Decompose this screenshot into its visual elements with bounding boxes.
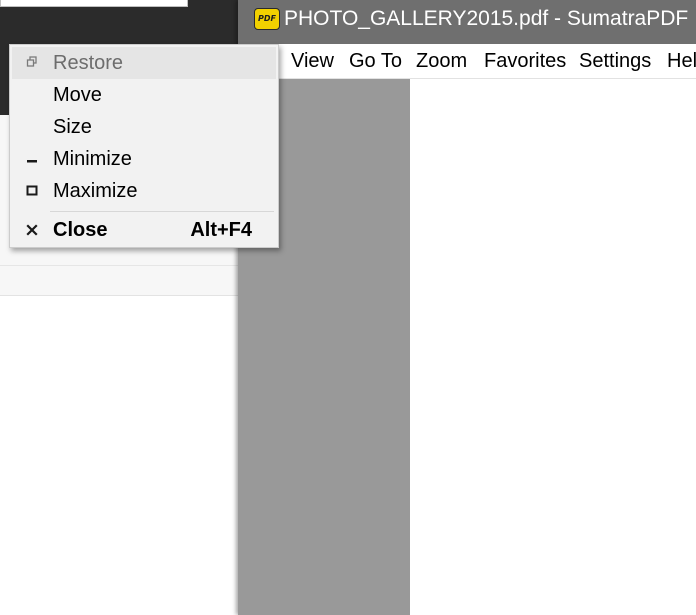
menu-help[interactable]: Hel	[667, 50, 696, 73]
menu-bar: View Go To Zoom Favorites Settings Hel	[238, 44, 696, 79]
move-label: Move	[53, 84, 102, 106]
menu-favorites[interactable]: Favorites	[484, 50, 566, 73]
system-menu-maximize[interactable]: Maximize	[12, 175, 276, 207]
menu-settings[interactable]: Settings	[579, 50, 651, 73]
close-shortcut: Alt+F4	[190, 219, 252, 241]
close-label: Close	[53, 219, 108, 241]
system-menu-move[interactable]: Move	[12, 79, 276, 111]
maximize-icon	[24, 175, 40, 207]
system-menu: Restore Move Size Minimize Maximize Clos…	[9, 44, 279, 248]
sumatra-pdf-window: PDF PHOTO_GALLERY2015.pdf - SumatraPDF V…	[238, 0, 696, 615]
sumatra-pdf-icon[interactable]: PDF	[254, 8, 280, 30]
system-menu-restore[interactable]: Restore	[12, 47, 276, 79]
size-label: Size	[53, 116, 92, 138]
menu-view[interactable]: View	[291, 50, 334, 73]
background-toolbar-divider	[0, 265, 238, 266]
close-icon	[24, 214, 40, 246]
window-titlebar[interactable]: PDF PHOTO_GALLERY2015.pdf - SumatraPDF	[238, 0, 696, 44]
system-menu-close[interactable]: Close Alt+F4	[12, 214, 276, 246]
minimize-icon	[24, 143, 40, 175]
menu-separator	[50, 211, 274, 212]
background-address-field[interactable]	[0, 0, 188, 7]
system-menu-size[interactable]: Size	[12, 111, 276, 143]
menu-go-to[interactable]: Go To	[349, 50, 402, 73]
pdf-page[interactable]	[410, 79, 696, 615]
document-area[interactable]	[238, 79, 696, 615]
minimize-label: Minimize	[53, 148, 132, 170]
window-title: PHOTO_GALLERY2015.pdf - SumatraPDF	[284, 7, 689, 30]
menu-zoom[interactable]: Zoom	[416, 50, 467, 73]
restore-label: Restore	[53, 52, 124, 74]
maximize-label: Maximize	[53, 180, 138, 202]
restore-icon	[24, 47, 40, 79]
system-menu-minimize[interactable]: Minimize	[12, 143, 276, 175]
